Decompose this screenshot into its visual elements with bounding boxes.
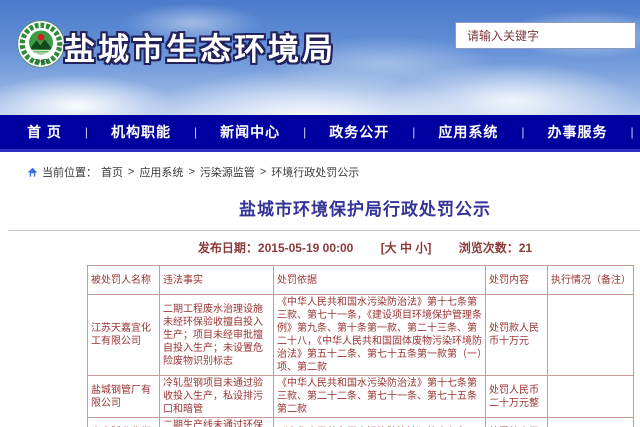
breadcrumb: 当前位置： 首页 > 应用系统 > 污染源监管 > 环境行政处罚公示 — [27, 165, 640, 179]
table-row: 江苏天嘉宜化工有限公司二期工程废水治理设施未经环保验收擅自投入生产；项目未经审批… — [88, 295, 634, 376]
nav-separator: | — [631, 125, 634, 139]
font-size-switch[interactable]: [大 中 小] — [381, 241, 432, 255]
nav-separator: | — [521, 125, 524, 139]
main-nav: 首 页|机构职能|新闻中心|政务公开|应用系统|办事服务|政 — [0, 115, 640, 152]
execution-status-cell — [548, 295, 634, 376]
table-header-row: 被处罚人名称违法事实处罚依据处罚内容执行情况（备注） — [88, 266, 634, 295]
penalized-name-cell: 大丰跃龙化学有限公司 — [88, 418, 160, 427]
violation-fact-cell: 二期工程废水治理设施未经环保验收擅自投入生产；项目未经审批擅自投入生产；未设置危… — [160, 295, 274, 376]
table-row: 大丰跃龙化学有限公司二期生产线未通过环保“三同时”验收擅自投入生产《中华人民共和… — [88, 418, 634, 427]
breadcrumb-separator: > — [128, 166, 134, 178]
site-banner: ZHB 盐城市生态环境局 — [0, 0, 640, 115]
breadcrumb-separator: > — [188, 166, 194, 178]
view-count: 浏览次数：21 — [459, 241, 532, 255]
penalized-name-cell: 江苏天嘉宜化工有限公司 — [88, 295, 160, 376]
violation-fact-cell: 二期生产线未通过环保“三同时”验收擅自投入生产 — [160, 418, 274, 427]
content-area: 当前位置： 首页 > 应用系统 > 污染源监管 > 环境行政处罚公示 盐城市环境保护局行政处… — [0, 165, 640, 427]
penalized-name-cell: 盐城钢管厂有限公司 — [88, 376, 160, 418]
breadcrumb-separator: > — [260, 166, 266, 178]
page-title: 盐城市环境保护局行政处罚公示 — [0, 195, 640, 220]
penalty-content-cell: 处罚人民币二十万元整 — [486, 376, 548, 418]
execution-status-cell — [548, 376, 634, 418]
execution-status-cell — [548, 418, 634, 427]
article-meta: 发布日期：2015-05-19 00:00 [大 中 小] 浏览次数：21 — [0, 231, 640, 265]
nav-separator: | — [85, 125, 88, 139]
environment-bureau-logo-icon: ZHB — [17, 20, 65, 68]
nav-item-gov-affairs[interactable]: 政务公开 — [329, 122, 389, 142]
column-header: 被处罚人名称 — [88, 266, 160, 295]
violation-fact-cell: 冷轧型钢项目未通过验收投入生产，私设排污口和暗管 — [160, 376, 274, 418]
penalty-basis-cell: 《中华人民共和国水污染防治法》第十七条第三款、第七十一条，《建设项目环境保护管理… — [274, 295, 486, 376]
nav-item-news-center[interactable]: 新闻中心 — [220, 122, 280, 142]
search-input[interactable] — [455, 22, 636, 49]
page: ZHB 盐城市生态环境局 首 页 | 机构职能 | 新闻中心 | 政务公开 | 应用系统 | 办事服… — [0, 0, 640, 427]
penalty-table: 被处罚人名称违法事实处罚依据处罚内容执行情况（备注） 江苏天嘉宜化工有限公司二期… — [87, 265, 634, 427]
site-title: 盐城市生态环境局 — [64, 24, 336, 69]
table-row: 盐城钢管厂有限公司冷轧型钢项目未通过验收投入生产，私设排污口和暗管《中华人民共和… — [88, 376, 634, 418]
column-header: 违法事实 — [160, 266, 274, 295]
nav-item-home[interactable]: 首 页 — [27, 122, 62, 142]
nav-separator: | — [303, 125, 306, 139]
nav-separator: | — [412, 125, 415, 139]
breadcrumb-item-3: 环境行政处罚公示 — [271, 164, 359, 180]
column-header: 处罚依据 — [274, 266, 486, 295]
nav-item-org-functions[interactable]: 机构职能 — [111, 122, 171, 142]
home-icon — [27, 167, 38, 178]
column-header: 处罚内容 — [486, 266, 548, 295]
nav-item-app-systems[interactable]: 应用系统 — [438, 122, 498, 142]
breadcrumb-item-0[interactable]: 首页 — [101, 164, 123, 180]
logo-letters: ZHB — [34, 59, 48, 66]
nav-item-services[interactable]: 办事服务 — [548, 122, 608, 142]
breadcrumb-item-2[interactable]: 污染源监管 — [200, 164, 255, 180]
penalty-content-cell: 处罚款人民币五万元 — [486, 418, 548, 427]
publish-date: 发布日期：2015-05-19 00:00 — [198, 241, 353, 255]
column-header: 执行情况（备注） — [548, 266, 634, 295]
penalty-content-cell: 处罚款人民币十万元 — [486, 295, 548, 376]
penalty-basis-cell: 《中华人民共和国水污染防治法》第十七条第三款、第二十二条、第七十一条、第七十五条… — [274, 376, 486, 418]
breadcrumb-item-1[interactable]: 应用系统 — [139, 164, 183, 180]
nav-separator: | — [194, 125, 197, 139]
penalty-basis-cell: 《中华人民共和国水污染防治法》第十七条、第七十一条 — [274, 418, 486, 427]
breadcrumb-prefix: 当前位置： — [42, 164, 97, 180]
